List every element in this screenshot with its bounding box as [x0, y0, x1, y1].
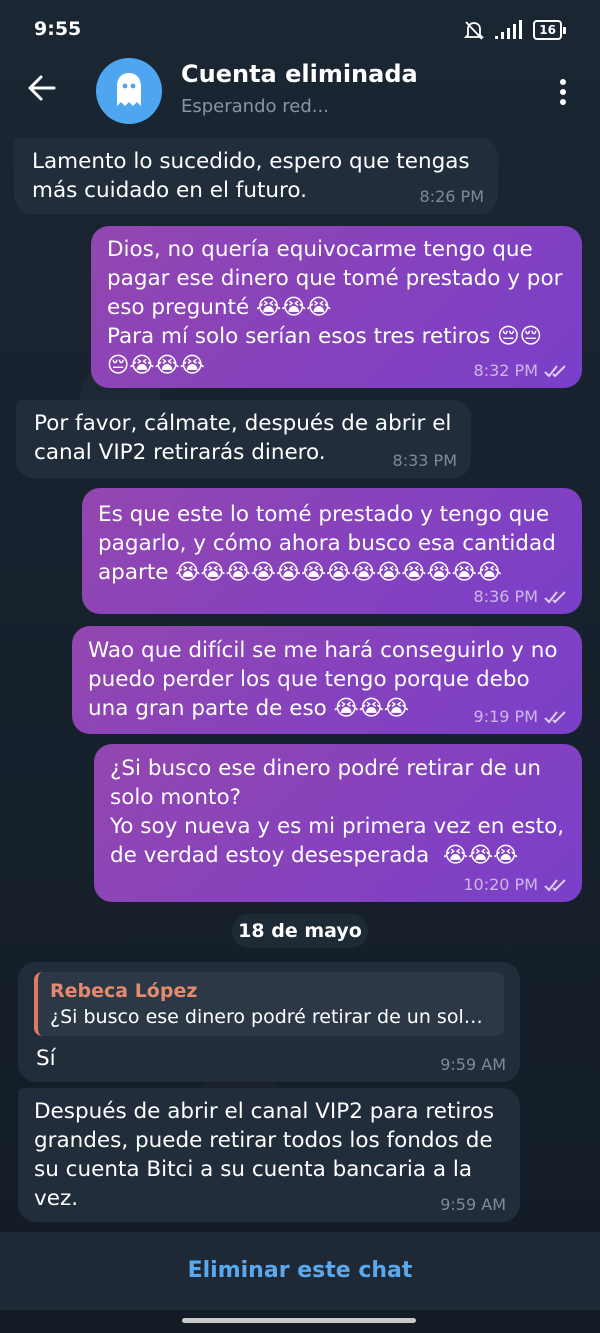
message-time: 9:59 AM — [440, 1195, 506, 1214]
message-incoming[interactable]: Lamento lo sucedido, espero que tengas m… — [14, 138, 498, 214]
more-vertical-icon — [560, 79, 566, 105]
message-outgoing[interactable]: Dios, no quería equivocarme tengo que pa… — [91, 226, 582, 388]
message-time: 9:19 PM — [473, 707, 538, 726]
double-check-icon — [544, 590, 566, 603]
delete-chat-button[interactable]: Eliminar este chat — [0, 1232, 600, 1310]
message-time: 9:59 AM — [440, 1055, 506, 1074]
message-time: 10:20 PM — [463, 875, 538, 894]
battery-level: 16 — [533, 20, 562, 40]
double-check-icon — [544, 710, 566, 723]
message-text: Es que este lo tomé prestado y tengo que… — [98, 502, 556, 585]
double-check-icon — [544, 878, 566, 891]
arrow-left-icon — [28, 75, 56, 101]
ghost-icon — [117, 73, 141, 106]
home-indicator — [182, 1318, 416, 1323]
avatar[interactable] — [96, 58, 162, 124]
chat-header: Cuenta eliminada Esperando red... — [0, 50, 600, 130]
message-text: ¿Si busco ese dinero podré retirar de un… — [110, 756, 565, 868]
battery-icon: 16 — [533, 20, 566, 40]
status-icons: 16 — [463, 18, 566, 42]
status-time: 9:55 — [34, 18, 82, 40]
chat-title[interactable]: Cuenta eliminada — [181, 60, 418, 88]
reply-quote[interactable]: Rebeca López ¿Si busco ese dinero podré … — [34, 972, 504, 1036]
message-incoming-reply[interactable]: Rebeca López ¿Si busco ese dinero podré … — [18, 962, 520, 1082]
message-text: Después de abrir el canal VIP2 para reti… — [34, 1099, 495, 1211]
message-text: Sí — [36, 1046, 56, 1071]
message-incoming[interactable]: Por favor, cálmate, después de abrir el … — [16, 400, 471, 478]
signal-icon — [495, 20, 523, 39]
message-outgoing[interactable]: Es que este lo tomé prestado y tengo que… — [82, 488, 582, 614]
mute-bell-icon — [464, 21, 485, 40]
message-text: Dios, no quería equivocarme tengo que pa… — [107, 237, 563, 378]
message-time: 8:36 PM — [473, 587, 538, 606]
reply-text: ¿Si busco ese dinero podré retirar de un… — [50, 1006, 492, 1028]
message-time: 8:33 PM — [392, 451, 457, 470]
message-text: Lamento lo sucedido, espero que tengas m… — [32, 149, 470, 203]
message-text: Por favor, cálmate, después de abrir el … — [34, 411, 452, 465]
message-outgoing[interactable]: ¿Si busco ese dinero podré retirar de un… — [94, 744, 582, 902]
double-check-icon — [544, 364, 566, 377]
message-time: 8:32 PM — [473, 361, 538, 380]
message-outgoing[interactable]: Wao que difícil se me hará conseguirlo y… — [72, 626, 582, 734]
message-time: 8:26 PM — [419, 187, 484, 206]
back-button[interactable] — [22, 68, 62, 108]
date-separator: 18 de mayo — [232, 914, 368, 948]
message-incoming[interactable]: Después de abrir el canal VIP2 para reti… — [18, 1088, 520, 1222]
reply-author: Rebeca López — [50, 980, 198, 1002]
more-menu-button[interactable] — [548, 72, 578, 112]
chat-status: Esperando red... — [181, 96, 329, 117]
